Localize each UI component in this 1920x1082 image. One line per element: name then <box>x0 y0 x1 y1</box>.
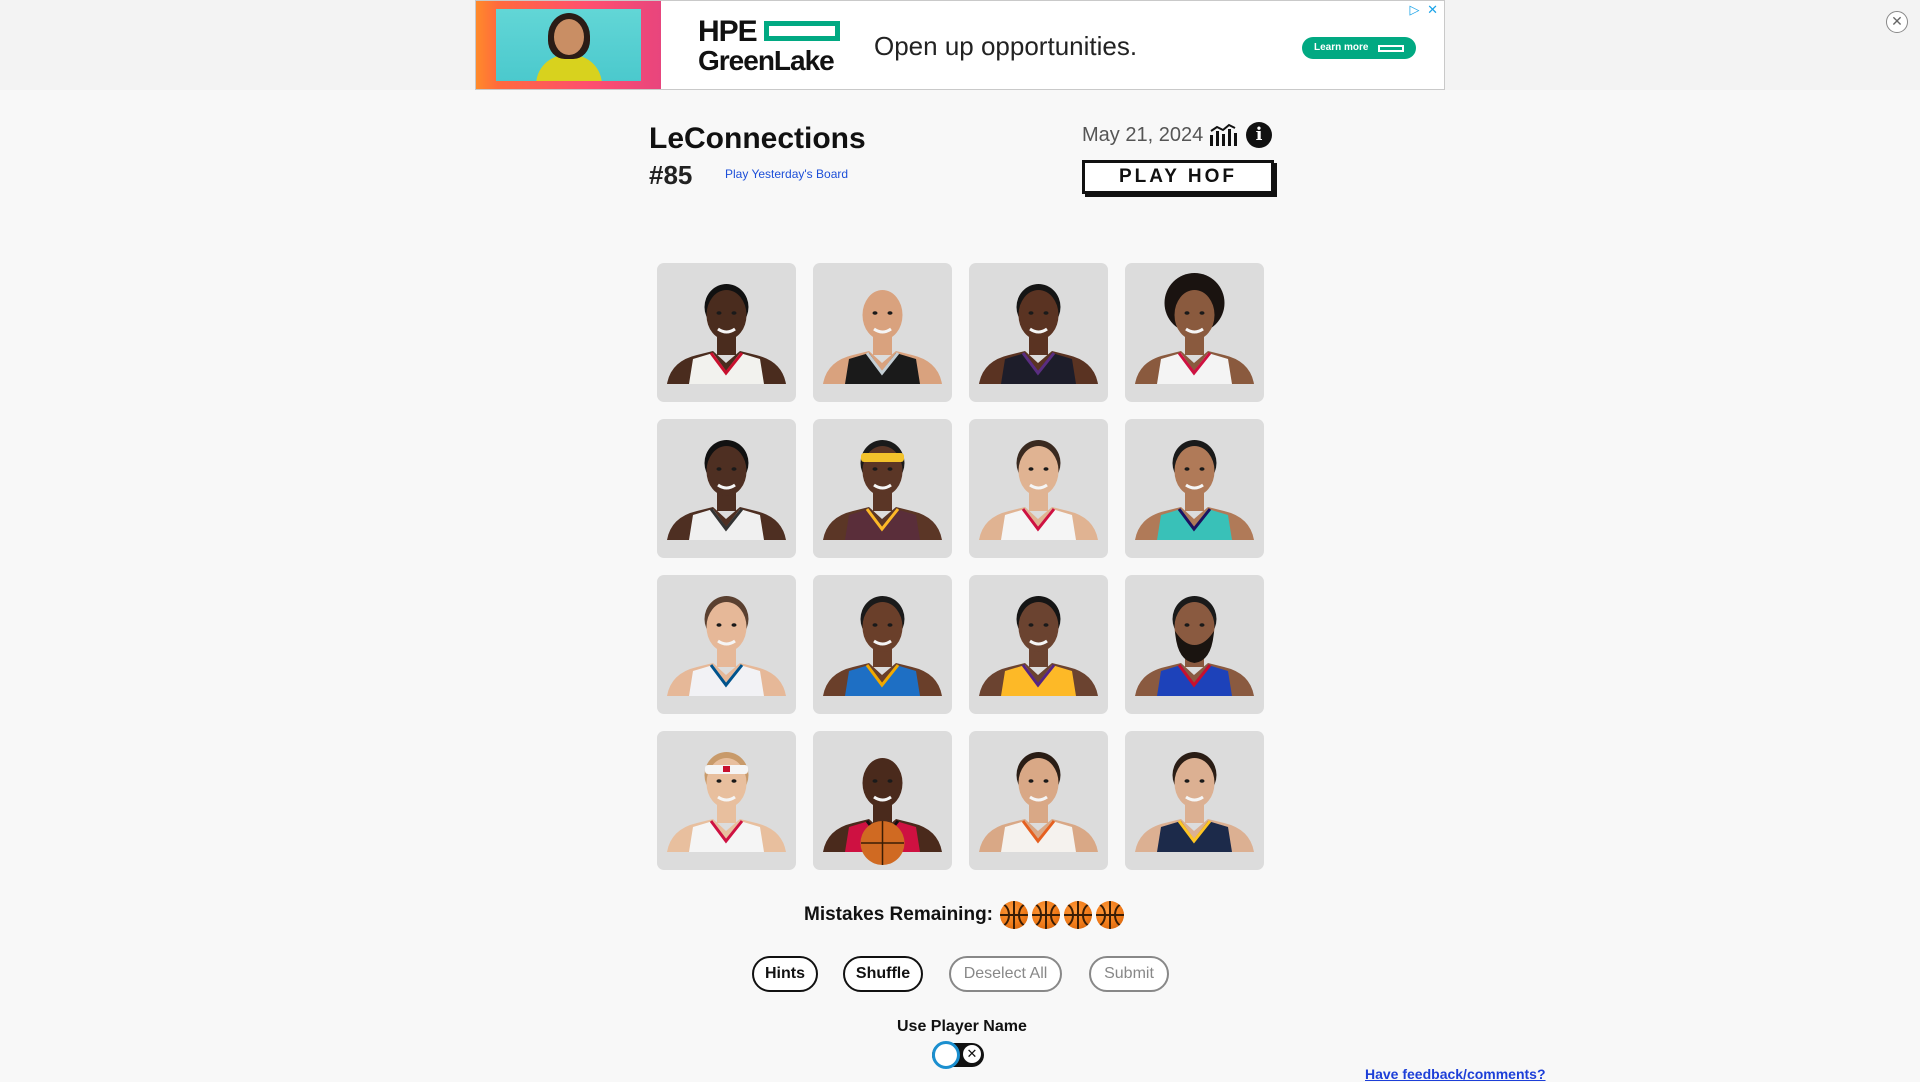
ad-choices-icon[interactable]: ▷ ✕ <box>1409 2 1440 18</box>
player-tile[interactable] <box>813 263 952 402</box>
player-tile[interactable] <box>657 263 796 402</box>
player-tile[interactable] <box>813 575 952 714</box>
player-tile[interactable] <box>969 575 1108 714</box>
player-tile[interactable] <box>1125 263 1264 402</box>
player-portrait <box>823 596 942 696</box>
player-grid <box>657 263 1264 870</box>
puzzle-number: #85 <box>649 160 693 190</box>
player-portrait <box>979 596 1098 696</box>
player-portrait <box>1135 752 1254 852</box>
player-portrait <box>823 440 942 540</box>
player-tile[interactable] <box>813 419 952 558</box>
close-ad-icon[interactable]: ✕ <box>1886 11 1908 33</box>
puzzle-date: May 21, 2024 <box>1082 124 1204 146</box>
player-tile[interactable] <box>657 419 796 558</box>
basketball-icon <box>1096 901 1124 929</box>
player-portrait <box>1135 273 1254 384</box>
player-tile[interactable] <box>657 731 796 870</box>
player-portrait <box>667 596 786 696</box>
player-tile[interactable] <box>969 263 1108 402</box>
ad-headline: Open up opportunities. <box>874 31 1138 61</box>
player-tile[interactable] <box>813 731 952 870</box>
close-x-icon: ✕ <box>963 1045 981 1063</box>
use-player-name-label: Use Player Name <box>897 1018 1027 1035</box>
page-title: LeConnections <box>649 122 866 155</box>
play-yesterday-link[interactable]: Play Yesterday's Board <box>725 167 848 181</box>
mistakes-label: Mistakes Remaining: <box>804 904 993 925</box>
player-tile[interactable] <box>1125 731 1264 870</box>
play-hof-button[interactable]: PLAY HOF <box>1082 160 1274 194</box>
basketball-icon <box>1032 901 1060 929</box>
player-tile[interactable] <box>969 419 1108 558</box>
player-tile[interactable] <box>1125 419 1264 558</box>
player-portrait <box>667 440 786 540</box>
bar-chart-icon[interactable] <box>1209 123 1237 147</box>
submit-button[interactable]: Submit <box>1089 956 1169 992</box>
hints-button[interactable]: Hints <box>752 956 818 992</box>
toggle-knob <box>932 1041 960 1069</box>
ad-learn-more-button[interactable]: Learn more <box>1302 37 1416 59</box>
deselect-all-button[interactable]: Deselect All <box>949 956 1062 992</box>
player-tile[interactable] <box>1125 575 1264 714</box>
player-tile[interactable] <box>657 575 796 714</box>
shuffle-button[interactable]: Shuffle <box>843 956 923 992</box>
player-portrait <box>1135 596 1254 696</box>
player-portrait <box>979 752 1098 852</box>
player-portrait <box>667 752 786 852</box>
player-portrait <box>979 284 1098 384</box>
ad-brand-logo: HPE GreenLake <box>698 15 848 79</box>
basketball-icon <box>1000 901 1028 929</box>
player-portrait <box>1135 440 1254 540</box>
player-portrait <box>979 440 1098 540</box>
mistakes-remaining: Mistakes Remaining: <box>804 900 1128 930</box>
player-portrait <box>823 290 942 384</box>
ad-photo <box>476 1 661 89</box>
ad-banner[interactable]: HPE GreenLake Open up opportunities. Lea… <box>475 0 1445 90</box>
basketball-icon <box>1064 901 1092 929</box>
player-tile[interactable] <box>969 731 1108 870</box>
info-icon[interactable]: i <box>1246 122 1272 148</box>
player-portrait <box>823 758 942 865</box>
use-player-name-toggle[interactable]: ✕ <box>932 1041 984 1069</box>
player-portrait <box>667 284 786 384</box>
